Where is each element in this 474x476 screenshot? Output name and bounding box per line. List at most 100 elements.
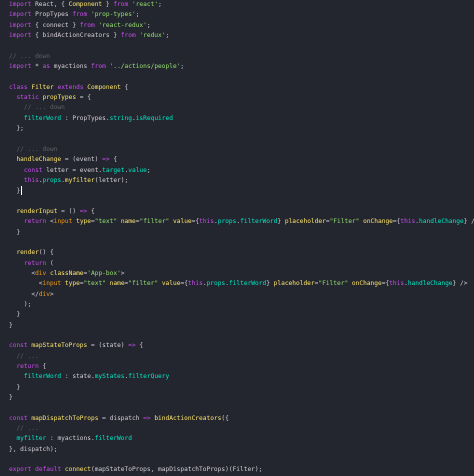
code-token-default: : PropTypes.	[61, 114, 110, 122]
code-line[interactable]: }	[9, 321, 474, 331]
code-line[interactable]: );	[9, 300, 474, 310]
code-token-keyword: from	[90, 63, 106, 71]
code-line[interactable]	[9, 403, 474, 413]
code-token-keyword: from	[113, 1, 129, 8]
code-token-keyword: import	[9, 11, 32, 19]
code-line[interactable]: // ... down	[9, 145, 474, 155]
code-token-default: </	[9, 290, 39, 298]
code-line[interactable]: this.props.myfilter(letter);	[9, 176, 474, 186]
code-line[interactable]: return <input type="text" name="filter" …	[9, 217, 474, 227]
code-token-property: handleChange	[419, 218, 464, 226]
code-token-property: myfilter	[16, 435, 47, 443]
code-line[interactable]: <input type="text" name="filter" value={…	[9, 279, 474, 289]
code-token-property: filterWord	[23, 373, 62, 381]
code-token-default: letter = event.	[42, 166, 103, 174]
code-line[interactable]: // ... down	[9, 103, 474, 113]
code-token-default: = (event)	[61, 156, 103, 164]
code-token-keyword: from	[120, 32, 136, 40]
code-line[interactable]: }	[9, 310, 474, 320]
code-token-property: props	[217, 218, 237, 226]
code-token-keyword: const	[23, 166, 43, 174]
code-line[interactable]: myfilter : myactions.filterWord	[9, 434, 474, 444]
code-token-function: bindActionCreators	[154, 414, 222, 422]
code-line[interactable]: }	[9, 228, 474, 238]
code-line[interactable]: // ...	[9, 424, 474, 434]
code-line[interactable]: // ...	[9, 352, 474, 362]
code-line[interactable]: renderInput = () => {	[9, 207, 474, 217]
code-token-default: ;	[135, 11, 140, 19]
code-token-keyword: import	[9, 63, 32, 71]
code-line[interactable]: }	[9, 186, 474, 196]
code-token-default: <	[9, 280, 43, 288]
code-token-default: {	[38, 363, 47, 371]
code-token-keyword: const	[9, 414, 28, 422]
code-token-default: }	[102, 1, 114, 8]
code-line[interactable]	[9, 72, 474, 82]
code-token-default: ;	[180, 63, 185, 71]
code-token-default	[9, 218, 24, 225]
code-line[interactable]: static propTypes = {	[9, 93, 474, 103]
code-line[interactable]: render() {	[9, 248, 474, 258]
code-token-default: *	[31, 63, 43, 71]
code-line[interactable]	[9, 197, 474, 207]
code-line[interactable]: }	[9, 383, 474, 393]
code-line[interactable]: </div>	[9, 290, 474, 300]
code-token-property: filterWord	[228, 280, 267, 288]
code-token-class: Filter	[31, 83, 54, 91]
code-token-default: { bindActionCreators }	[31, 32, 121, 40]
code-token-comment: // ... down	[16, 145, 58, 153]
code-token-string: "filter"	[139, 218, 170, 226]
code-line[interactable]: import * as myactions from '../actions/p…	[9, 62, 474, 72]
code-token-default: }, dispatch);	[9, 445, 58, 453]
code-line[interactable]: const letter = event.target.value;	[9, 166, 474, 176]
code-token-default: <	[9, 269, 36, 277]
code-token-default: {	[120, 83, 129, 91]
code-area[interactable]: import React, { Component } from 'react'…	[9, 0, 474, 476]
code-line[interactable]	[9, 238, 474, 248]
code-editor[interactable]: import React, { Component } from 'react'…	[0, 0, 474, 473]
code-token-class: Component	[68, 1, 103, 8]
code-token-default	[9, 167, 24, 174]
code-token-keyword: import	[9, 32, 32, 40]
code-token-string: 'redux'	[139, 32, 166, 40]
code-line[interactable]: import React, { Component } from 'react'…	[9, 0, 474, 10]
code-token-default: (	[46, 259, 54, 267]
code-token-default: ={	[180, 280, 188, 288]
code-token-default	[9, 373, 24, 380]
code-line[interactable]: return (	[9, 259, 474, 269]
code-token-attr: onChange	[363, 218, 393, 226]
code-line[interactable]: <div className='App-box'>	[9, 269, 474, 279]
code-token-attr: placeholder	[273, 280, 315, 288]
code-line[interactable]	[9, 134, 474, 144]
code-line[interactable]: return {	[9, 362, 474, 372]
code-token-property: filterQuery	[128, 373, 170, 381]
code-line[interactable]	[9, 455, 474, 465]
code-line[interactable]: const mapDispatchToProps = dispatch => b…	[9, 414, 474, 424]
code-line[interactable]: import { connect } from 'react-redux';	[9, 21, 474, 31]
code-line[interactable]: }	[9, 393, 474, 403]
code-line[interactable]: class Filter extends Component {	[9, 83, 474, 93]
code-line[interactable]	[9, 331, 474, 341]
code-line[interactable]: handleChange = (event) => {	[9, 155, 474, 165]
code-line[interactable]: import PropTypes from 'prop-types';	[9, 10, 474, 20]
code-token-default: }	[266, 280, 274, 288]
code-line[interactable]: export default connect(mapStateToProps, …	[9, 465, 474, 475]
code-line[interactable]: filterWord : state.myStates.filterQuery	[9, 372, 474, 382]
code-token-keyword: extends	[57, 83, 84, 91]
code-token-keyword: import	[9, 1, 32, 8]
code-line[interactable]: // ... down	[9, 52, 474, 62]
code-line[interactable]: import { bindActionCreators } from 'redu…	[9, 31, 474, 41]
code-line[interactable]: filterWord : PropTypes.string.isRequired	[9, 114, 474, 124]
code-line[interactable]: }, dispatch);	[9, 445, 474, 455]
code-line[interactable]	[9, 41, 474, 51]
code-token-default: myactions	[50, 63, 91, 71]
code-token-property: value	[128, 166, 147, 174]
code-token-string: 'react-redux'	[98, 21, 147, 29]
code-line[interactable]: };	[9, 124, 474, 134]
code-line[interactable]: const mapStateToProps = (state) => {	[9, 341, 474, 351]
code-token-attr: value	[173, 218, 192, 226]
code-token-default: ;	[146, 166, 151, 174]
code-token-keyword: static	[16, 94, 39, 102]
code-token-keyword: return	[23, 259, 47, 267]
code-token-property: string	[109, 114, 132, 122]
